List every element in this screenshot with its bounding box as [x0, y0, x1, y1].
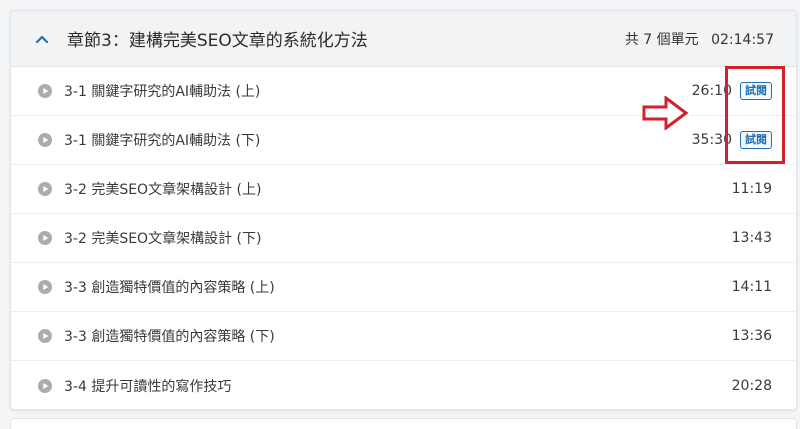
- play-circle-icon: [38, 280, 52, 294]
- lesson-duration: 20:28: [731, 377, 772, 394]
- play-circle-icon: [38, 133, 52, 147]
- lesson-duration: 13:36: [731, 328, 772, 344]
- lesson-item[interactable]: 3-1 關鍵字研究的AI輔助法 (下) 35:30 試閱: [11, 116, 796, 165]
- lesson-title: 3-1 關鍵字研究的AI輔助法 (上): [64, 84, 261, 100]
- preview-badge[interactable]: 試閱: [740, 82, 772, 100]
- chapter-header[interactable]: 章節3：建構完美SEO文章的系統化方法 共 7 個單元 02:14:57: [11, 11, 796, 67]
- lesson-duration: 26:10: [691, 83, 732, 99]
- play-circle-icon: [38, 231, 52, 245]
- chevron-up-icon[interactable]: [33, 30, 51, 48]
- lesson-item[interactable]: 3-4 提升可讀性的寫作技巧 20:28: [11, 361, 796, 409]
- lesson-duration: 35:30: [691, 132, 732, 148]
- page: 章節3：建構完美SEO文章的系統化方法 共 7 個單元 02:14:57 3-1…: [0, 0, 800, 429]
- lesson-title: 3-2 完美SEO文章架構設計 (下): [64, 231, 262, 247]
- lesson-item[interactable]: 3-2 完美SEO文章架構設計 (下) 13:43: [11, 214, 796, 263]
- next-card-edge: [10, 418, 797, 429]
- lesson-title: 3-3 創造獨特價值的內容策略 (上): [64, 280, 275, 296]
- play-circle-icon: [38, 84, 52, 98]
- preview-badge[interactable]: 試閱: [740, 131, 772, 149]
- play-circle-icon: [38, 378, 52, 393]
- lesson-item[interactable]: 3-3 創造獨特價值的內容策略 (上) 14:11: [11, 263, 796, 312]
- lesson-item[interactable]: 3-3 創造獨特價值的內容策略 (下) 13:36: [11, 312, 796, 361]
- play-circle-icon: [38, 182, 52, 196]
- lesson-item[interactable]: 3-1 關鍵字研究的AI輔助法 (上) 26:10 試閱: [11, 67, 796, 116]
- lesson-title: 3-3 創造獨特價值的內容策略 (下): [64, 329, 275, 345]
- chapter-meta: 共 7 個單元 02:14:57: [625, 29, 774, 49]
- lesson-item[interactable]: 3-2 完美SEO文章架構設計 (上) 11:19: [11, 165, 796, 214]
- lesson-duration: 14:11: [731, 279, 772, 295]
- lesson-title: 3-4 提升可讀性的寫作技巧: [64, 378, 232, 395]
- lesson-list: 3-1 關鍵字研究的AI輔助法 (上) 26:10 試閱 3-1 關鍵字研究的A…: [11, 67, 796, 409]
- lesson-title: 3-2 完美SEO文章架構設計 (上): [64, 182, 262, 198]
- lesson-title: 3-1 關鍵字研究的AI輔助法 (下): [64, 133, 261, 149]
- lesson-duration: 11:19: [731, 181, 772, 197]
- chapter-title: 章節3：建構完美SEO文章的系統化方法: [67, 31, 368, 51]
- chapter-card: 章節3：建構完美SEO文章的系統化方法 共 7 個單元 02:14:57 3-1…: [10, 10, 797, 410]
- unit-count: 共 7 個單元: [624, 31, 699, 48]
- play-circle-icon: [38, 329, 52, 343]
- total-duration: 02:14:57: [711, 31, 774, 48]
- lesson-duration: 13:43: [731, 230, 772, 246]
